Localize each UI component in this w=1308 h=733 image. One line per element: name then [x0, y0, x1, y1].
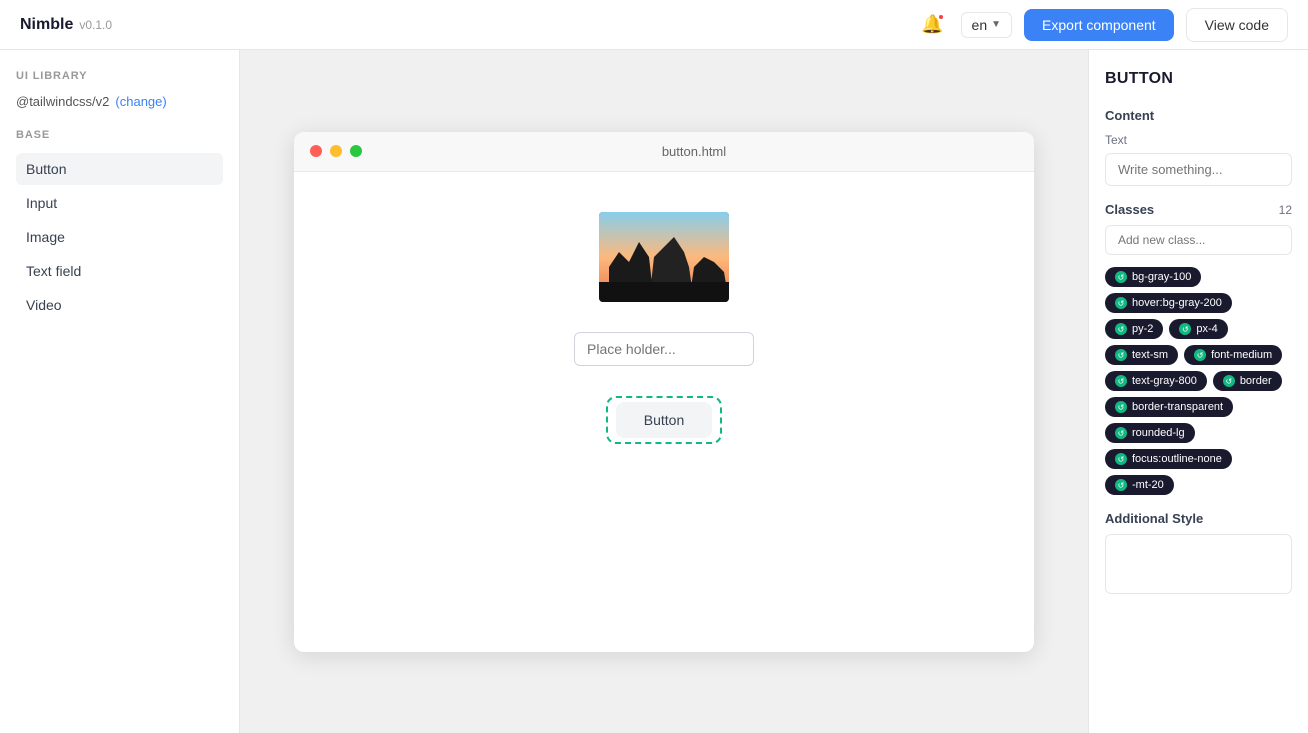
sidebar-item-input[interactable]: Input: [16, 187, 223, 219]
tag-border-transparent[interactable]: border-transparent: [1105, 397, 1233, 417]
tailwind-icon: [1115, 427, 1127, 439]
browser-filename: button.html: [370, 144, 1018, 159]
additional-style-textarea[interactable]: [1105, 534, 1292, 594]
additional-style-title: Additional Style: [1105, 511, 1292, 526]
notification-button[interactable]: 🔔: [917, 9, 949, 41]
tag-label: hover:bg-gray-200: [1132, 297, 1222, 309]
tailwind-icon: [1115, 297, 1127, 309]
preview-placeholder-input[interactable]: [574, 332, 754, 366]
tag-label: py-2: [1132, 323, 1153, 335]
language-selector[interactable]: en ▼: [961, 12, 1012, 38]
browser-dot-green: [350, 145, 362, 157]
tailwind-icon: [1194, 349, 1206, 361]
browser-dot-yellow: [330, 145, 342, 157]
tailwind-icon: [1115, 323, 1127, 335]
sidebar-item-text-field[interactable]: Text field: [16, 255, 223, 287]
language-label: en: [972, 17, 988, 33]
browser-dot-red: [310, 145, 322, 157]
tag-label: font-medium: [1211, 349, 1272, 361]
notification-dot: [937, 13, 945, 21]
tag-border[interactable]: border: [1213, 371, 1282, 391]
header: Nimble v0.1.0 🔔 en ▼ Export component Vi…: [0, 0, 1308, 50]
tag-label: text-sm: [1132, 349, 1168, 361]
sidebar: UI LIBRARY @tailwindcss/v2 (change) BASE…: [0, 50, 240, 733]
tag-label: focus:outline-none: [1132, 453, 1222, 465]
tag-mt-20[interactable]: -mt-20: [1105, 475, 1174, 495]
tags-container: bg-gray-100 hover:bg-gray-200 py-2 px-4 …: [1105, 267, 1292, 495]
tailwind-icon: [1115, 401, 1127, 413]
chevron-down-icon: ▼: [991, 19, 1001, 30]
tailwind-icon: [1115, 271, 1127, 283]
tag-label: border-transparent: [1132, 401, 1223, 413]
sidebar-section-base: BASE: [16, 129, 223, 141]
tag-bg-gray-100[interactable]: bg-gray-100: [1105, 267, 1201, 287]
view-code-button[interactable]: View code: [1186, 8, 1288, 42]
header-left: Nimble v0.1.0: [20, 16, 112, 34]
tag-label: rounded-lg: [1132, 427, 1185, 439]
browser-toolbar: button.html: [294, 132, 1034, 172]
text-label: Text: [1105, 133, 1292, 147]
classes-count-number: 12: [1279, 203, 1292, 217]
sidebar-item-video[interactable]: Video: [16, 289, 223, 321]
tag-label: bg-gray-100: [1132, 271, 1191, 283]
tag-hover-bg-gray-200[interactable]: hover:bg-gray-200: [1105, 293, 1232, 313]
export-button[interactable]: Export component: [1024, 9, 1174, 41]
tailwind-icon: [1179, 323, 1191, 335]
right-panel: BUTTON Content Text Classes 12 bg-gray-1…: [1088, 50, 1308, 733]
classes-label: Classes: [1105, 202, 1154, 217]
panel-title: BUTTON: [1105, 70, 1292, 88]
sidebar-section-ui-library: UI LIBRARY: [16, 70, 223, 82]
classes-row: Classes 12: [1105, 202, 1292, 217]
header-right: 🔔 en ▼ Export component View code: [917, 8, 1288, 42]
tag-text-gray-800[interactable]: text-gray-800: [1105, 371, 1207, 391]
tag-font-medium[interactable]: font-medium: [1184, 345, 1282, 365]
add-class-input[interactable]: [1105, 225, 1292, 255]
preview-button[interactable]: Button: [616, 402, 712, 438]
sidebar-framework: @tailwindcss/v2 (change): [16, 94, 223, 109]
tailwind-icon: [1223, 375, 1235, 387]
tailwind-icon: [1115, 375, 1127, 387]
change-link[interactable]: (change): [115, 94, 166, 109]
tag-label: border: [1240, 375, 1272, 387]
preview-image: [599, 212, 729, 302]
framework-label: @tailwindcss/v2: [16, 94, 109, 109]
browser-window: button.html: [294, 132, 1034, 652]
sidebar-item-button[interactable]: Button: [16, 153, 223, 185]
content-section-title: Content: [1105, 108, 1292, 123]
tag-text-sm[interactable]: text-sm: [1105, 345, 1178, 365]
preview-button-wrapper: Button: [606, 396, 722, 444]
app-version: v0.1.0: [79, 18, 112, 32]
canvas-area: button.html: [240, 50, 1088, 733]
tailwind-icon: [1115, 479, 1127, 491]
tailwind-icon: [1115, 453, 1127, 465]
sidebar-item-image[interactable]: Image: [16, 221, 223, 253]
main-layout: UI LIBRARY @tailwindcss/v2 (change) BASE…: [0, 50, 1308, 733]
tag-rounded-lg[interactable]: rounded-lg: [1105, 423, 1195, 443]
tag-label: -mt-20: [1132, 479, 1164, 491]
tag-label: px-4: [1196, 323, 1217, 335]
tag-py-2[interactable]: py-2: [1105, 319, 1163, 339]
tag-focus-outline-none[interactable]: focus:outline-none: [1105, 449, 1232, 469]
app-logo: Nimble: [20, 16, 73, 34]
tag-px-4[interactable]: px-4: [1169, 319, 1227, 339]
tag-label: text-gray-800: [1132, 375, 1197, 387]
text-input[interactable]: [1105, 153, 1292, 186]
browser-content: Button: [294, 172, 1034, 484]
tailwind-icon: [1115, 349, 1127, 361]
